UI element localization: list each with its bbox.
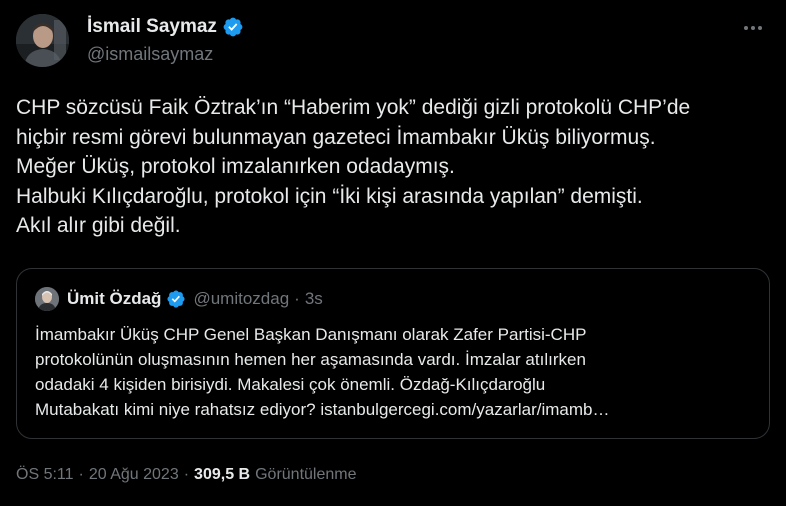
more-options-icon[interactable] [740, 18, 766, 38]
author-avatar[interactable] [16, 14, 69, 67]
quoted-text-line: İmambakır Üküş CHP Genel Başkan Danışman… [35, 325, 587, 344]
author-name-row: İsmail Saymaz [87, 14, 244, 40]
tweet-text-line: Halbuki Kılıçdaroğlu, protokol için “İki… [16, 184, 643, 208]
views-count: 309,5 B [194, 466, 251, 483]
views-label: Görüntülenme [255, 466, 357, 483]
tweet-text-line: hiçbir resmi görevi bulunmayan gazeteci … [16, 125, 656, 149]
tweet-time[interactable]: ÖS 5:11 [16, 466, 74, 484]
quoted-text-line: odadaki 4 kişiden birisiydi. Makalesi ço… [35, 375, 546, 394]
quoted-author-display-name[interactable]: Ümit Özdağ [67, 289, 161, 309]
quoted-text-line: protokolünün oluşmasının hemen her aşama… [35, 350, 586, 369]
quoted-tweet-time[interactable]: 3s [305, 289, 323, 309]
quoted-tweet-header: Ümit Özdağ @umitozdag · 3s [35, 287, 323, 311]
tweet-date[interactable]: 20 Ağu 2023 [89, 466, 179, 484]
author-handle[interactable]: @ismailsaymaz [87, 44, 213, 65]
tweet-meta: ÖS 5:11 · 20 Ağu 2023 · 309,5 B Görüntül… [16, 466, 356, 484]
separator-dot: · [183, 466, 190, 483]
tweet: İsmail Saymaz @ismailsaymaz CHP sözcüsü … [0, 0, 786, 506]
separator-dot: · [78, 466, 84, 483]
verified-badge-icon [166, 289, 186, 309]
verified-badge-icon [222, 16, 244, 38]
tweet-text: CHP sözcüsü Faik Öztrak’ın “Haberim yok”… [16, 93, 776, 241]
quoted-author-handle[interactable]: @umitozdag [193, 289, 289, 309]
author-display-name[interactable]: İsmail Saymaz [87, 16, 217, 38]
quoted-text-line: Mutabakatı kimi niye rahatsız ediyor? is… [35, 400, 610, 419]
separator-dot: · [294, 289, 300, 308]
tweet-text-line: Akıl alır gibi değil. [16, 214, 181, 237]
quoted-author-avatar[interactable] [35, 287, 59, 311]
quoted-tweet[interactable]: Ümit Özdağ @umitozdag · 3s İmambakır Ükü… [16, 268, 770, 439]
tweet-text-line: CHP sözcüsü Faik Öztrak’ın “Haberim yok”… [16, 96, 691, 119]
quoted-tweet-text: İmambakır Üküş CHP Genel Başkan Danışman… [35, 322, 755, 422]
tweet-text-line: Meğer Üküş, protokol imzalanırken odaday… [16, 155, 455, 178]
